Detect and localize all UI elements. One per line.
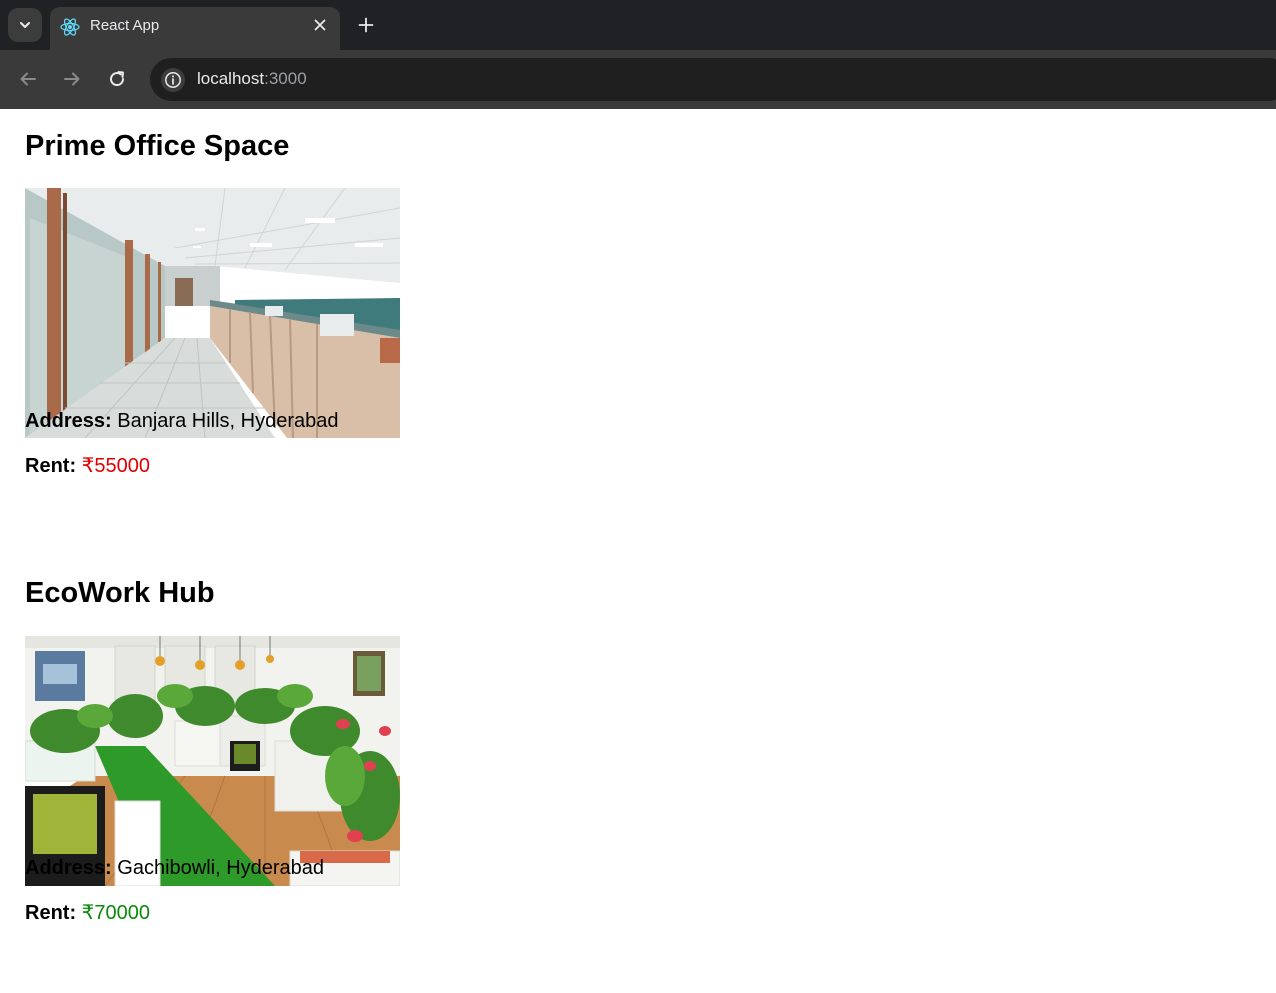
address-value: Banjara Hills, Hyderabad xyxy=(117,410,339,432)
listing-rent: Rent: ₹70000 xyxy=(25,900,150,925)
listing-rent: Rent: ₹55000 xyxy=(25,453,150,478)
page-content: Prime Office Space Address: Banjara Hill… xyxy=(0,109,1276,993)
plus-icon xyxy=(358,17,374,33)
listing-card: Prime Office Space Address: Banjara Hill… xyxy=(25,129,400,477)
site-info-icon[interactable] xyxy=(161,68,185,92)
listing-address: Address: Banjara Hills, Hyderabad xyxy=(25,410,339,433)
address-label: Address: xyxy=(25,410,112,432)
tab-search-button[interactable] xyxy=(8,8,42,42)
address-value: Gachibowli, Hyderabad xyxy=(117,857,325,879)
url-text: localhost:3000 xyxy=(197,69,307,89)
listing-card: EcoWork Hub Address: Gachibowli, Hyderab… xyxy=(25,576,400,924)
browser-toolbar: localhost:3000 xyxy=(0,50,1276,109)
tab-strip: React App xyxy=(0,0,1276,50)
url-port: :3000 xyxy=(264,69,307,88)
back-button[interactable] xyxy=(16,67,40,91)
arrow-left-icon xyxy=(20,72,36,86)
arrow-right-icon xyxy=(64,72,80,86)
browser-tab[interactable]: React App xyxy=(50,7,340,50)
reload-icon xyxy=(110,71,125,87)
chevron-down-icon xyxy=(20,22,30,28)
address-bar[interactable]: localhost:3000 xyxy=(150,58,1276,101)
rent-value: ₹70000 xyxy=(81,902,151,924)
tab-title: React App xyxy=(90,17,160,34)
office-photo xyxy=(25,188,400,438)
forward-button[interactable] xyxy=(60,67,84,91)
rent-label: Rent: xyxy=(25,902,77,924)
new-tab-button[interactable] xyxy=(353,12,379,38)
rent-label: Rent: xyxy=(25,455,77,477)
url-host: localhost xyxy=(197,69,265,88)
listing-title: Prime Office Space xyxy=(25,130,290,162)
office-photo xyxy=(25,636,400,886)
rent-value: ₹55000 xyxy=(81,455,151,477)
address-label: Address: xyxy=(25,857,112,879)
reload-button[interactable] xyxy=(105,67,129,91)
react-logo-icon xyxy=(60,18,80,36)
listing-address: Address: Gachibowli, Hyderabad xyxy=(25,857,324,880)
listing-title: EcoWork Hub xyxy=(25,577,215,609)
close-tab-icon[interactable] xyxy=(312,17,328,33)
